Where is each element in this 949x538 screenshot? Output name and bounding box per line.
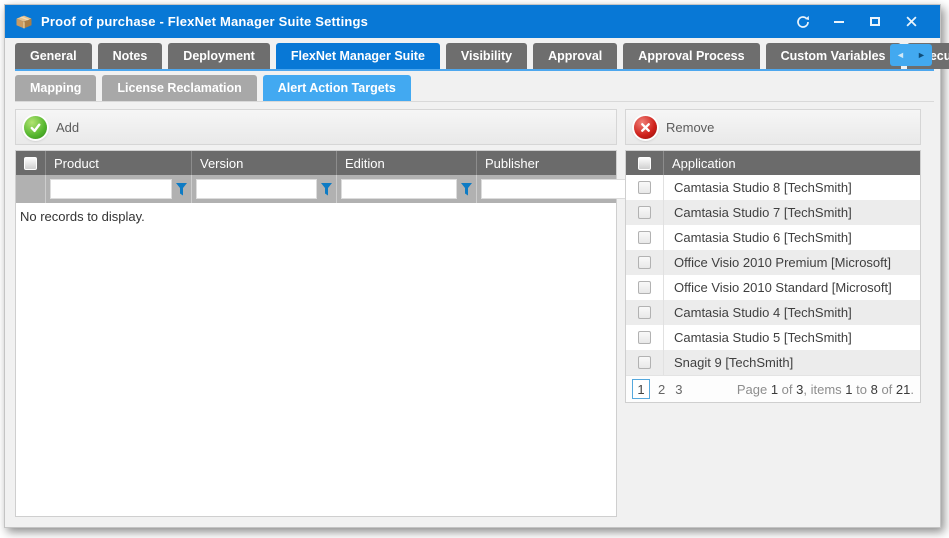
refresh-icon [796,15,810,29]
application-name: Snagit 9 [TechSmith] [664,355,793,370]
filter-cell-version [192,175,337,203]
tab-mapping[interactable]: Mapping [15,75,96,101]
application-row[interactable]: Snagit 9 [TechSmith] [626,350,920,375]
tab-approval[interactable]: Approval [533,43,617,69]
pager-summary: Page 1 of 3, items 1 to 8 of 21. [737,382,914,397]
applications-grid-header: Application [626,151,920,175]
remove-button-label: Remove [666,120,714,135]
filter-row [16,175,616,203]
application-name: Camtasia Studio 4 [TechSmith] [664,305,852,320]
select-all-cell [16,151,46,175]
version-filter-input[interactable] [196,179,317,199]
package-icon [15,14,33,30]
row-checkbox[interactable] [638,181,651,194]
titlebar: Proof of purchase - FlexNet Manager Suit… [5,5,940,38]
page-button-2[interactable]: 2 [658,382,665,397]
filter-cell-product [46,175,192,203]
filter-checkbox-cell [16,175,46,203]
application-name: Camtasia Studio 8 [TechSmith] [664,180,852,195]
add-button-label: Add [56,120,79,135]
select-all-applications-cell [626,151,664,175]
application-name: Camtasia Studio 5 [TechSmith] [664,330,852,345]
minimize-icon [834,21,844,23]
close-button[interactable] [900,12,922,32]
application-name: Camtasia Studio 7 [TechSmith] [664,205,852,220]
tab-general[interactable]: General [15,43,92,69]
add-toolbar: Add [15,109,617,145]
edition-filter-input[interactable] [341,179,457,199]
publisher-filter-input[interactable] [481,179,646,199]
application-row[interactable]: Office Visio 2010 Standard [Microsoft] [626,275,920,300]
application-row[interactable]: Office Visio 2010 Premium [Microsoft] [626,250,920,275]
minimize-button[interactable] [828,12,850,32]
proof-of-purchase-panel: Add Product Version Edition Publisher [15,109,617,517]
column-header-edition[interactable]: Edition [337,151,477,175]
applications-panel: Remove Application Camtasia Studio 8 [Te… [625,109,921,403]
tab-custom-variables[interactable]: Custom Variables [766,43,901,69]
primary-tabstrip: General Notes Deployment FlexNet Manager… [15,43,934,71]
row-checkbox[interactable] [638,206,651,219]
column-header-product[interactable]: Product [46,151,192,175]
filter-cell-edition [337,175,477,203]
tab-alert-action-targets[interactable]: Alert Action Targets [263,75,411,101]
row-checkbox[interactable] [638,231,651,244]
row-checkbox[interactable] [638,331,651,344]
application-name: Office Visio 2010 Standard [Microsoft] [664,280,892,295]
filter-icon [321,183,332,196]
window-title: Proof of purchase - FlexNet Manager Suit… [41,14,792,29]
application-row[interactable]: Camtasia Studio 8 [TechSmith] [626,175,920,200]
select-all-checkbox[interactable] [24,157,37,170]
application-name: Office Visio 2010 Premium [Microsoft] [664,255,891,270]
pagination-bar: 1 2 3 Page 1 of 3, items 1 to 8 of 21. [626,375,920,402]
tab-scroll-right-icon[interactable]: ► [917,50,926,60]
tab-scroll-left-icon[interactable]: ◄ [896,50,905,60]
products-grid-header: Product Version Edition Publisher [16,151,616,175]
product-filter-button[interactable] [176,181,187,197]
remove-icon [634,116,657,139]
application-row[interactable]: Camtasia Studio 7 [TechSmith] [626,200,920,225]
row-checkbox[interactable] [638,256,651,269]
tab-license-reclamation[interactable]: License Reclamation [102,75,256,101]
remove-button[interactable]: Remove [634,116,714,139]
tab-flexnet-manager-suite[interactable]: FlexNet Manager Suite [276,43,440,69]
application-row[interactable]: Camtasia Studio 6 [TechSmith] [626,225,920,250]
product-filter-input[interactable] [50,179,172,199]
page-button-3[interactable]: 3 [675,382,682,397]
refresh-button[interactable] [792,12,814,32]
close-icon [906,16,917,27]
tab-notes[interactable]: Notes [98,43,163,69]
version-filter-button[interactable] [321,181,332,197]
secondary-tabstrip: Mapping License Reclamation Alert Action… [15,75,934,102]
tab-approval-process[interactable]: Approval Process [623,43,759,69]
application-row[interactable]: Camtasia Studio 4 [TechSmith] [626,300,920,325]
select-all-applications-checkbox[interactable] [638,157,651,170]
remove-toolbar: Remove [625,109,921,145]
tab-scroll-control: ◄ ► [890,44,932,66]
column-header-publisher[interactable]: Publisher [477,151,616,175]
filter-icon [461,183,472,196]
column-header-application[interactable]: Application [664,151,920,175]
settings-dialog: Proof of purchase - FlexNet Manager Suit… [4,4,941,528]
filter-icon [176,183,187,196]
products-grid: Product Version Edition Publisher [15,150,617,517]
tab-visibility[interactable]: Visibility [446,43,527,69]
edition-filter-button[interactable] [461,181,472,197]
maximize-icon [870,17,880,26]
row-checkbox[interactable] [638,356,651,369]
applications-grid: Application Camtasia Studio 8 [TechSmith… [625,150,921,403]
tab-deployment[interactable]: Deployment [168,43,270,69]
row-checkbox[interactable] [638,306,651,319]
add-button[interactable]: Add [24,116,79,139]
empty-grid-message: No records to display. [16,203,616,230]
column-header-version[interactable]: Version [192,151,337,175]
application-row[interactable]: Camtasia Studio 5 [TechSmith] [626,325,920,350]
page-button-1[interactable]: 1 [632,379,650,399]
row-checkbox[interactable] [638,281,651,294]
maximize-button[interactable] [864,12,886,32]
application-name: Camtasia Studio 6 [TechSmith] [664,230,852,245]
add-icon [24,116,47,139]
